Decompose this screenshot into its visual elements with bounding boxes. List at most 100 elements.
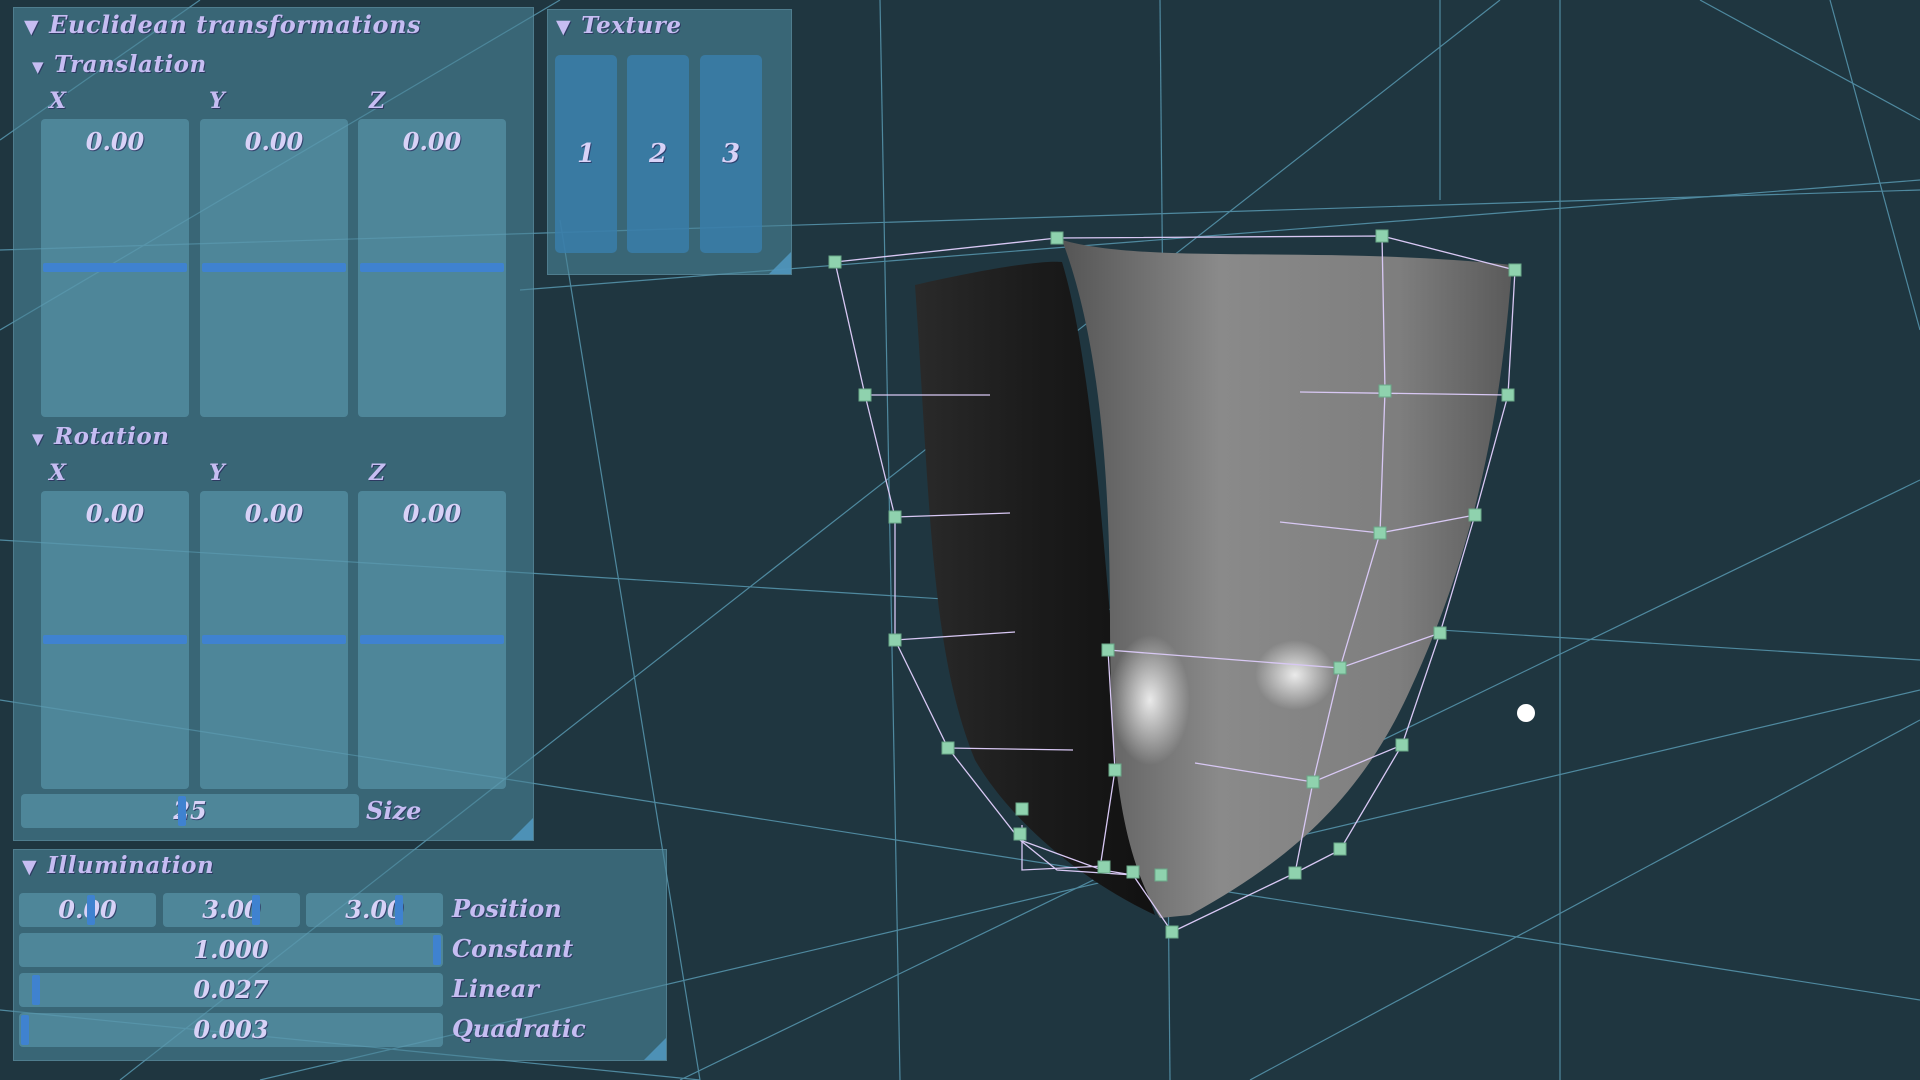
control-point[interactable]	[1375, 229, 1389, 243]
translation-z-label: Z	[369, 88, 386, 114]
triangle-down-icon: ▼	[556, 16, 572, 38]
constant-value: 1.000	[193, 935, 269, 964]
control-point[interactable]	[941, 741, 955, 755]
translation-z-slider[interactable]: 0.00	[358, 119, 506, 417]
slider-handle[interactable]	[32, 975, 40, 1005]
slider-handle[interactable]	[178, 796, 186, 826]
quadratic-label: Quadratic	[452, 1014, 586, 1043]
surface-light-side	[1062, 240, 1512, 918]
slider-handle[interactable]	[252, 895, 260, 925]
linear-slider[interactable]: 0.027	[19, 973, 443, 1007]
control-point[interactable]	[888, 633, 902, 647]
slider-handle[interactable]	[360, 263, 504, 272]
control-point[interactable]	[1288, 866, 1302, 880]
light-source-marker[interactable]	[1517, 704, 1535, 722]
control-point[interactable]	[858, 388, 872, 402]
slider-handle[interactable]	[43, 635, 187, 644]
control-point[interactable]	[1154, 868, 1168, 882]
specular-highlight	[1255, 640, 1335, 710]
size-label: Size	[366, 796, 421, 825]
control-point[interactable]	[1015, 802, 1029, 816]
control-point[interactable]	[1378, 384, 1392, 398]
translation-x-slider[interactable]: 0.00	[41, 119, 189, 417]
slider-handle[interactable]	[202, 635, 346, 644]
light-position-z-value: 3.00	[345, 895, 404, 924]
size-slider[interactable]: 25	[21, 794, 359, 828]
texture-title: Texture	[581, 12, 682, 39]
slider-handle[interactable]	[87, 895, 95, 925]
control-point[interactable]	[1433, 626, 1447, 640]
slider-handle[interactable]	[360, 635, 504, 644]
light-position-y-value: 3.00	[202, 895, 261, 924]
translation-title: Translation	[54, 51, 207, 78]
texture-button-3[interactable]: 3	[700, 55, 762, 253]
position-label: Position	[452, 894, 562, 923]
rotation-x-label: X	[49, 460, 67, 486]
control-point[interactable]	[1333, 661, 1347, 675]
linear-value: 0.027	[193, 975, 269, 1004]
euclidean-title: Euclidean transformations	[49, 10, 421, 39]
triangle-down-icon: ▼	[24, 16, 40, 38]
slider-handle[interactable]	[433, 935, 441, 965]
control-point[interactable]	[1108, 763, 1122, 777]
slider-handle[interactable]	[202, 263, 346, 272]
illumination-panel-header[interactable]: ▼ Illumination	[22, 852, 214, 879]
rotation-header[interactable]: ▼ Rotation	[32, 423, 169, 450]
light-position-x-slider[interactable]: 0.00	[19, 893, 156, 927]
control-point[interactable]	[1333, 842, 1347, 856]
rotation-x-slider[interactable]: 0.00	[41, 491, 189, 789]
texture-button-2[interactable]: 2	[627, 55, 689, 253]
resize-grip[interactable]	[511, 818, 533, 840]
translation-z-value: 0.00	[402, 127, 462, 156]
control-point[interactable]	[1501, 388, 1515, 402]
control-point[interactable]	[1508, 263, 1522, 277]
control-point[interactable]	[1373, 526, 1387, 540]
control-point[interactable]	[1050, 231, 1064, 245]
illumination-title: Illumination	[47, 852, 215, 879]
translation-y-value: 0.00	[244, 127, 304, 156]
rotation-z-value: 0.00	[402, 499, 462, 528]
quadratic-slider[interactable]: 0.003	[19, 1013, 443, 1047]
euclidean-panel-header[interactable]: ▼ Euclidean transformations	[24, 10, 421, 39]
translation-y-label: Y	[209, 88, 225, 114]
slider-handle[interactable]	[395, 895, 403, 925]
constant-slider[interactable]: 1.000	[19, 933, 443, 967]
light-position-z-slider[interactable]: 3.00	[306, 893, 443, 927]
bezier-surface[interactable]	[915, 240, 1512, 918]
slider-handle[interactable]	[43, 263, 187, 272]
texture-panel: ▼ Texture 1 2 3	[547, 9, 792, 275]
control-point[interactable]	[1097, 860, 1111, 874]
slider-handle[interactable]	[21, 1015, 29, 1045]
linear-label: Linear	[452, 974, 539, 1003]
triangle-down-icon: ▼	[32, 430, 45, 448]
control-point[interactable]	[888, 510, 902, 524]
translation-header[interactable]: ▼ Translation	[32, 51, 207, 78]
rotation-y-label: Y	[209, 460, 225, 486]
translation-x-value: 0.00	[85, 127, 145, 156]
control-point[interactable]	[828, 255, 842, 269]
rotation-x-value: 0.00	[85, 499, 145, 528]
control-point[interactable]	[1101, 643, 1115, 657]
euclidean-transformations-panel: ▼ Euclidean transformations ▼ Translation …	[13, 7, 534, 841]
control-point[interactable]	[1165, 925, 1179, 939]
rotation-z-slider[interactable]: 0.00	[358, 491, 506, 789]
control-point[interactable]	[1306, 775, 1320, 789]
rotation-y-value: 0.00	[244, 499, 304, 528]
light-position-y-slider[interactable]: 3.00	[163, 893, 300, 927]
rotation-z-label: Z	[369, 460, 386, 486]
control-point[interactable]	[1126, 865, 1140, 879]
control-point[interactable]	[1395, 738, 1409, 752]
texture-button-1[interactable]: 1	[555, 55, 617, 253]
rotation-y-slider[interactable]: 0.00	[200, 491, 348, 789]
quadratic-value: 0.003	[193, 1015, 269, 1044]
size-value: 25	[173, 796, 207, 825]
translation-y-slider[interactable]: 0.00	[200, 119, 348, 417]
resize-grip[interactable]	[644, 1038, 666, 1060]
size-label-text: Size	[366, 796, 422, 825]
resize-grip[interactable]	[769, 252, 791, 274]
control-point[interactable]	[1013, 827, 1027, 841]
triangle-down-icon: ▼	[32, 58, 45, 76]
texture-panel-header[interactable]: ▼ Texture	[556, 12, 682, 39]
control-point[interactable]	[1468, 508, 1482, 522]
specular-highlight	[1110, 635, 1190, 765]
